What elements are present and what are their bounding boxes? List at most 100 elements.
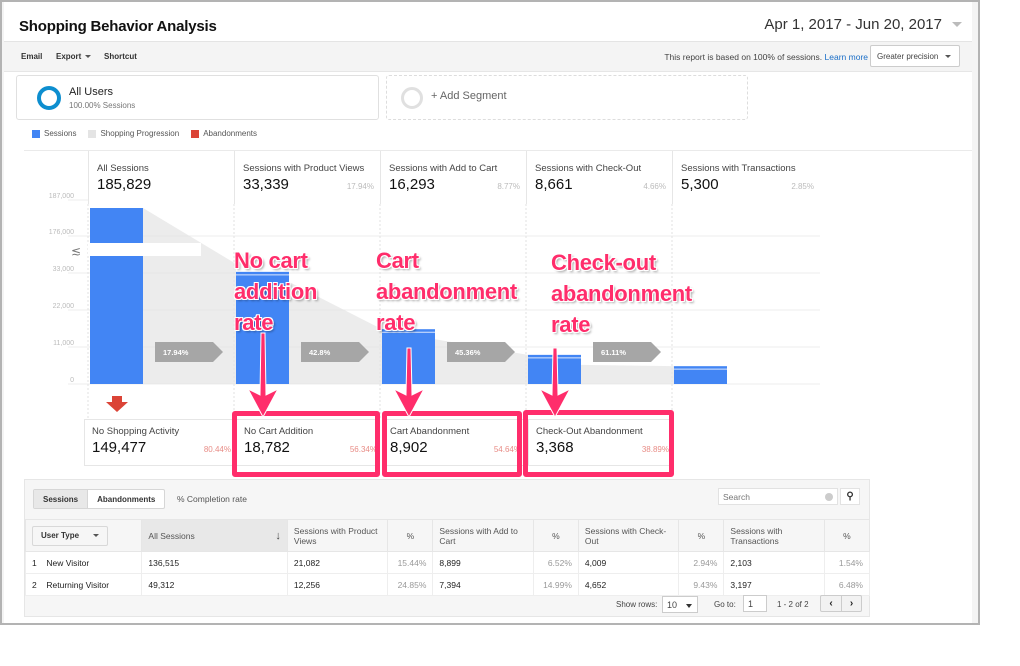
chevron-down-icon <box>952 21 962 27</box>
progression-rate-label: 45.36% <box>455 348 481 357</box>
column-header[interactable]: Sessions with Check-Out <box>577 519 680 552</box>
stage-value: 33,339 <box>243 176 289 193</box>
show-rows-select[interactable]: 10 <box>662 596 698 613</box>
cell-percent: 9.43% <box>678 573 725 596</box>
sampling-text: This report is based on 100% of sessions… <box>664 52 823 62</box>
column-header[interactable]: Sessions with Transactions <box>723 519 825 552</box>
legend-label: Sessions <box>44 129 77 138</box>
bar-3 <box>528 354 581 384</box>
stage-percent: 17.94% <box>346 182 374 191</box>
goto-input[interactable]: 1 <box>743 595 767 612</box>
clear-icon[interactable] <box>825 493 833 501</box>
annotation-line: abandonment <box>376 279 517 304</box>
annotation-highlight-box <box>382 411 522 477</box>
progression-rate-label: 17.94% <box>163 348 189 357</box>
stage-all-sessions[interactable]: All Sessions 185,829 <box>88 151 234 204</box>
cell: 4,652 <box>577 573 680 596</box>
annotation-cart-abandonment-rate: Cart abandonment rate <box>376 245 517 338</box>
add-segment-button[interactable]: + Add Segment <box>386 75 748 120</box>
search-icon: ⚲ <box>846 491 854 502</box>
chevron-down-icon <box>85 55 92 59</box>
cell: 21,082 <box>286 551 389 574</box>
cell-percent: 6.52% <box>532 551 579 574</box>
search-input[interactable]: Search <box>718 488 838 505</box>
cell-percent: 1.54% <box>823 551 871 574</box>
annotation-checkout-abandonment-rate: Check-out abandonment rate <box>551 247 692 340</box>
row-number: 2 <box>32 579 37 590</box>
dimension-selector[interactable]: User Type <box>32 525 109 546</box>
pagination: Show rows: 10 Go to: 1 1 - 2 of 2 ‹ › <box>25 594 870 614</box>
axis-break-gap <box>88 243 201 256</box>
progression-rate-label: 42.8% <box>309 348 331 357</box>
stage-value: 5,300 <box>681 176 719 193</box>
abandon-no-shopping[interactable]: No Shopping Activity 149,477 80.44% <box>84 419 234 466</box>
page-nav: ‹ › <box>820 595 862 612</box>
data-table-panel: Sessions Abandonments % Completion rate … <box>24 479 871 617</box>
cell-percent: 6.48% <box>823 573 871 596</box>
report-toolbar: Email Export Shortcut This report is bas… <box>4 42 972 72</box>
funnel-chart: 187,000 176,000 33,000 22,000 11,000 0 ≲ 17.94%… <box>24 150 972 477</box>
completion-rate-toggle[interactable]: % Completion rate <box>177 494 247 504</box>
learn-more-link[interactable]: Learn more <box>825 52 868 62</box>
show-rows-value: 10 <box>667 600 678 610</box>
stage-percent: 8.77% <box>497 182 520 191</box>
stage-label: Sessions with Add to Cart <box>389 163 498 174</box>
stage-add-to-cart[interactable]: Sessions with Add to Cart 16,293 8.77% <box>380 151 526 204</box>
annotation-line: No cart <box>234 248 308 273</box>
show-rows-label: Show rows: <box>616 600 658 609</box>
column-header[interactable]: All Sessions ↓ <box>141 519 288 552</box>
precision-label: Greater precision <box>877 52 939 61</box>
y-tick-label: 176,000 <box>49 229 74 236</box>
row-dimension: 1 New Visitor <box>24 551 143 574</box>
email-button[interactable]: Email <box>21 52 42 61</box>
column-header[interactable]: % <box>823 519 871 552</box>
shortcut-button[interactable]: Shortcut <box>104 52 137 61</box>
annotation-line: rate <box>376 310 416 335</box>
segment-all-users[interactable]: All Users 100.00% Sessions <box>16 75 379 120</box>
row-link[interactable]: New Visitor <box>46 558 89 568</box>
sort-down-icon: ↓ <box>275 529 281 542</box>
cell: 136,515 <box>141 551 288 574</box>
segment-sessions: 100.00% Sessions <box>69 101 136 110</box>
export-button[interactable]: Export <box>56 52 92 61</box>
search-button[interactable]: ⚲ <box>840 488 860 505</box>
stage-product-views[interactable]: Sessions with Product Views 33,339 17.94… <box>234 151 380 204</box>
stage-transactions[interactable]: Sessions with Transactions 5,300 2.85% <box>672 151 820 204</box>
annotation-line: Check-out <box>551 250 656 275</box>
chevron-down-icon <box>686 604 692 608</box>
column-header[interactable]: Sessions with Add to Cart <box>432 519 534 552</box>
column-header[interactable]: % <box>678 519 725 552</box>
column-header[interactable]: % <box>532 519 579 552</box>
stage-check-out[interactable]: Sessions with Check-Out 8,661 4.66% <box>526 151 672 204</box>
column-header[interactable]: % <box>387 519 434 552</box>
page-range: 1 - 2 of 2 <box>777 600 809 609</box>
stage-label: All Sessions <box>97 163 149 174</box>
data-table: User Type All Sessions ↓ Sessions with Pr… <box>24 519 871 596</box>
tab-sessions[interactable]: Sessions <box>34 490 89 508</box>
cell: 8,899 <box>432 551 534 574</box>
dimension-label: User Type <box>41 530 80 540</box>
goto-label: Go to: <box>714 600 736 609</box>
add-segment-label: + Add Segment <box>431 90 507 102</box>
search-placeholder: Search <box>723 492 750 502</box>
report-header: Shopping Behavior Analysis Apr 1, 2017 -… <box>4 2 972 42</box>
row-link[interactable]: Returning Visitor <box>46 580 109 590</box>
abandon-percent: 80.44% <box>203 445 231 454</box>
tab-abandonments[interactable]: Abandonments <box>88 490 164 508</box>
prev-page-button[interactable]: ‹ <box>821 596 841 611</box>
precision-dropdown[interactable]: Greater precision <box>870 45 960 67</box>
annotation-no-cart-rate: No cart addition rate <box>234 245 317 338</box>
cell-percent: 14.99% <box>532 573 579 596</box>
stage-label: Sessions with Check-Out <box>535 163 642 174</box>
date-range-picker[interactable]: Apr 1, 2017 - Jun 20, 2017 <box>756 11 966 37</box>
column-header[interactable]: Sessions with Product Views <box>286 519 389 552</box>
segment-ring-icon <box>401 87 423 109</box>
cell: 49,312 <box>141 573 288 596</box>
annotation-highlight-box <box>232 411 380 477</box>
chevron-down-icon <box>93 534 100 537</box>
bar-all-sessions-upper <box>90 208 143 243</box>
stage-label: Sessions with Transactions <box>681 163 796 174</box>
abandonment-arrow-icon <box>106 396 128 412</box>
next-page-button[interactable]: › <box>841 596 861 611</box>
bar-all-sessions-lower <box>90 256 143 384</box>
